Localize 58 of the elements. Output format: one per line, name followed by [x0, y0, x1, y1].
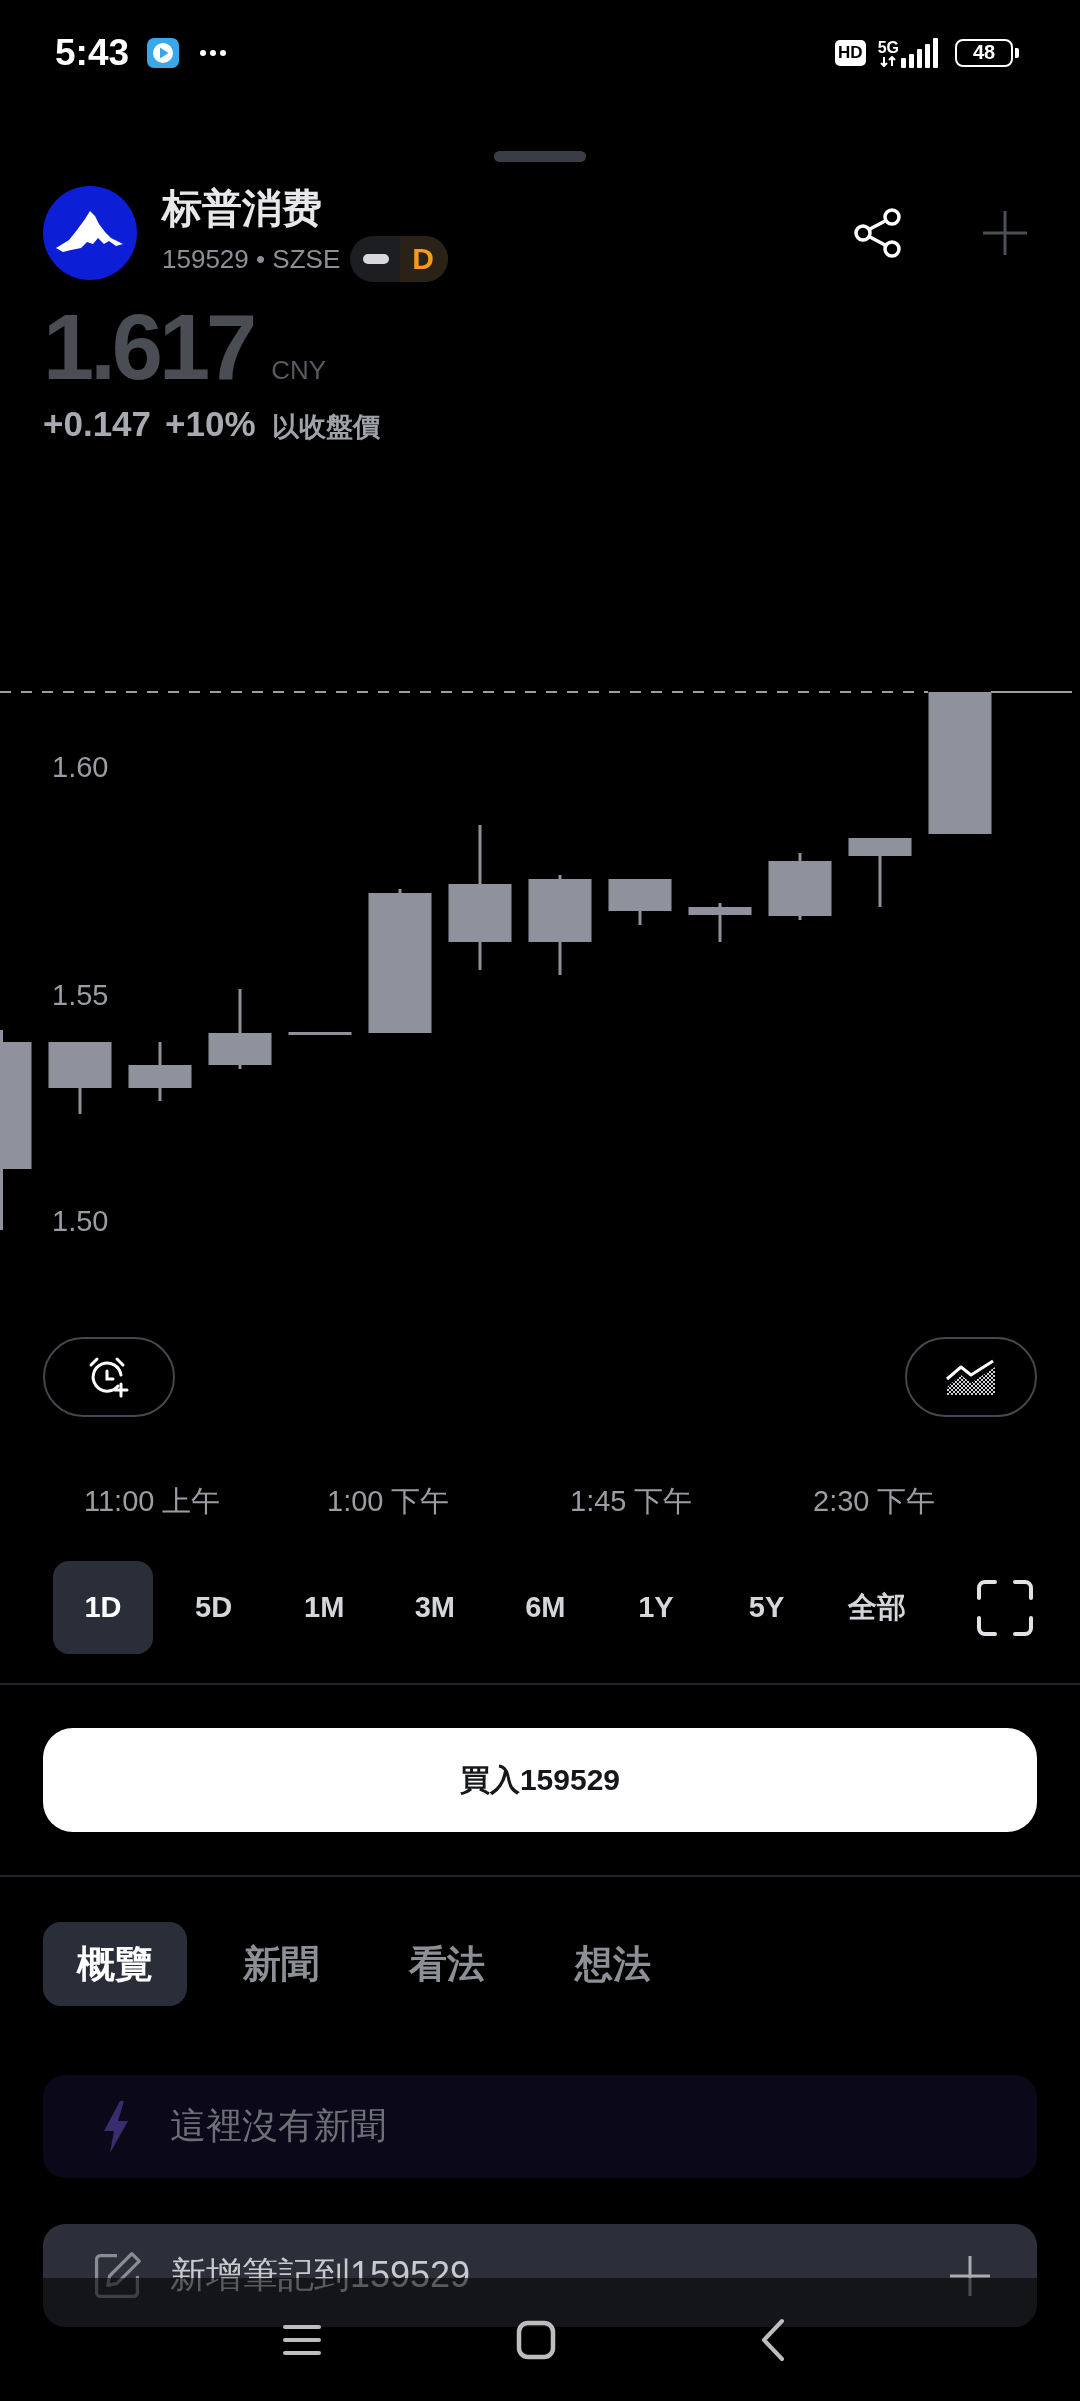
time-label: 1:45 下午	[570, 1484, 693, 1519]
plus-icon	[948, 2253, 992, 2298]
price-value: 1.617	[43, 299, 254, 395]
candle	[48, 1042, 112, 1114]
range-tab[interactable]: 1M	[274, 1561, 375, 1654]
hd-badge: HD	[835, 39, 866, 66]
fullscreen-icon[interactable]	[977, 1579, 1033, 1636]
percent-change: +10%	[165, 403, 256, 445]
data-arrows-icon	[879, 55, 898, 67]
section-tab[interactable]: 概覽	[43, 1922, 187, 2006]
lightning-icon	[101, 2100, 131, 2153]
share-icon[interactable]	[852, 207, 904, 259]
rating-letter: D	[400, 236, 448, 282]
time-label: 1:00 下午	[327, 1484, 450, 1519]
candle	[288, 1032, 352, 1035]
axis-label: 1.55	[52, 978, 109, 1012]
range-tab[interactable]: 3M	[384, 1561, 485, 1654]
section-tab[interactable]: 想法	[541, 1922, 685, 2006]
range-tab[interactable]: 6M	[495, 1561, 596, 1654]
more-dots-icon	[199, 48, 228, 57]
dash-icon	[363, 254, 390, 264]
empty-news-text: 這裡沒有新聞	[170, 2104, 386, 2148]
add-note-row[interactable]: 新增筆記到159529	[43, 2224, 1037, 2327]
candle	[768, 853, 832, 920]
clock-time: 5:43	[55, 31, 130, 74]
square-icon[interactable]	[516, 2319, 556, 2360]
axis-label: 1.60	[52, 750, 109, 784]
range-tab[interactable]: 1D	[53, 1561, 153, 1654]
chart-type-button[interactable]	[905, 1337, 1037, 1417]
axis-label: 1.50	[52, 1204, 109, 1238]
drag-handle[interactable]	[494, 151, 586, 162]
candle	[848, 838, 912, 907]
currency-label: CNY	[271, 355, 327, 386]
battery-indicator: 48	[955, 38, 1019, 67]
fund-name: 标普消费	[162, 185, 323, 232]
back-icon[interactable]	[761, 2317, 785, 2362]
range-tab[interactable]: 1Y	[605, 1561, 706, 1654]
candle	[128, 1042, 192, 1101]
symbol-exchange-text: 159529 • SZSE	[162, 243, 341, 275]
time-label: 11:00 上午	[84, 1484, 221, 1519]
price-note: 以收盤價	[271, 411, 380, 444]
candle	[688, 903, 752, 942]
alarm-plus-icon	[87, 1355, 131, 1399]
range-tab[interactable]: 全部	[827, 1561, 928, 1654]
buy-button[interactable]: 買入159529	[43, 1728, 1037, 1832]
range-tab[interactable]: 5Y	[716, 1561, 817, 1654]
play-icon	[147, 37, 180, 68]
menu-icon[interactable]	[282, 2322, 322, 2357]
alarm-button[interactable]	[43, 1337, 175, 1417]
network-type-text: 5G	[877, 38, 899, 56]
mountain-logo-icon	[43, 186, 137, 280]
price-change: +0.147	[43, 403, 152, 445]
section-tab[interactable]: 新聞	[209, 1922, 353, 2006]
candle	[608, 879, 672, 925]
section-tab[interactable]: 看法	[375, 1922, 519, 2006]
signal-icon	[901, 37, 941, 68]
time-label: 2:30 下午	[813, 1484, 936, 1519]
range-tab[interactable]: 5D	[163, 1561, 264, 1654]
